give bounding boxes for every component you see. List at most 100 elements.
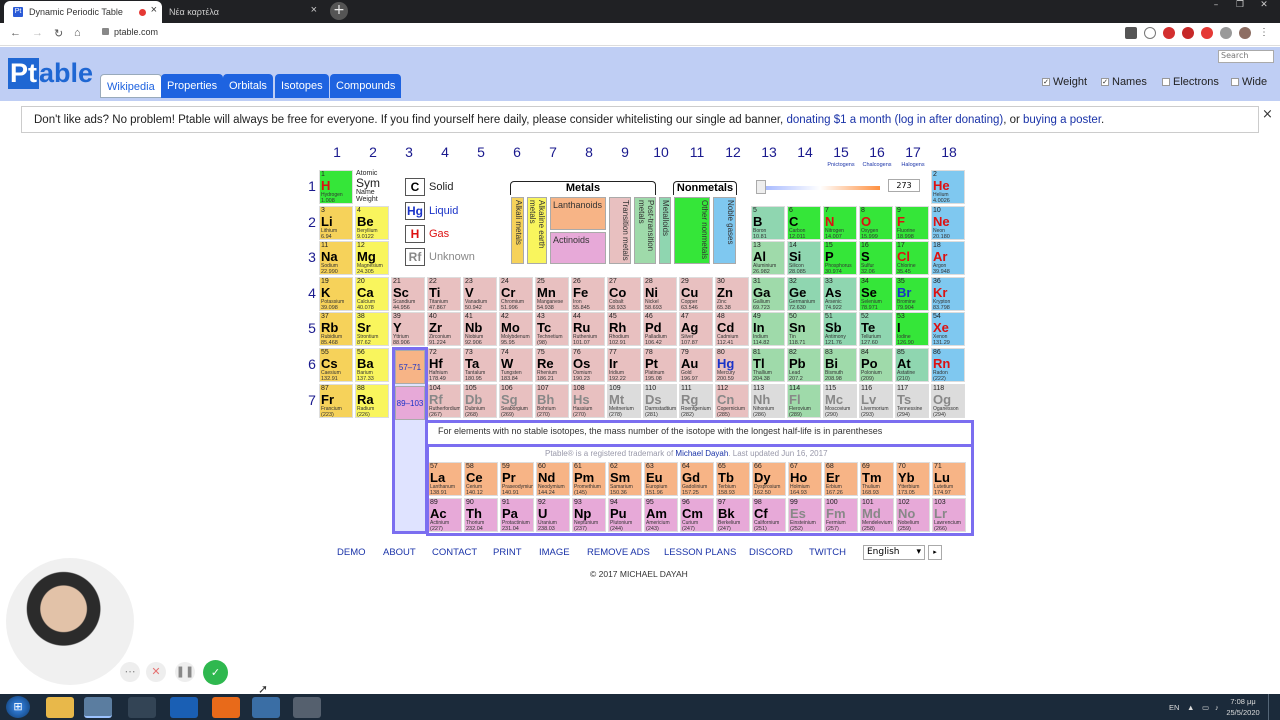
element-nh[interactable]: 113 Nh Nihonium (286): [751, 383, 785, 418]
group-header-10[interactable]: 10: [643, 144, 679, 160]
element-ds[interactable]: 110 Ds Darmstadtium (281): [643, 383, 677, 418]
file-explorer-icon[interactable]: [46, 697, 74, 718]
period-header-3[interactable]: 3: [305, 249, 319, 265]
element-c[interactable]: 6 C Carbon 12.011: [787, 205, 821, 240]
element-mo[interactable]: 42 Mo Molybdenum 95.95: [499, 312, 533, 347]
maximize-icon[interactable]: ❐: [1229, 0, 1251, 12]
url-field[interactable]: ptable.com: [102, 27, 158, 37]
option-names[interactable]: ✓ Names: [1101, 76, 1147, 88]
wide-checkbox[interactable]: [1231, 78, 1239, 87]
ptable-logo[interactable]: Ptable: [8, 58, 93, 92]
element-rh[interactable]: 45 Rh Rhodium 102.91: [607, 312, 641, 347]
period-header-7[interactable]: 7: [305, 392, 319, 408]
new-tab-button[interactable]: +: [330, 2, 348, 20]
period-header-4[interactable]: 4: [305, 285, 319, 301]
element-mg[interactable]: 12 Mg Magnesium 24.305: [355, 241, 389, 276]
home-icon[interactable]: ⌂: [74, 27, 81, 39]
element-sn[interactable]: 50 Sn Tin 118.71: [787, 312, 821, 347]
element-pt[interactable]: 78 Pt Platinum 195.08: [643, 348, 677, 382]
element-lv[interactable]: 116 Lv Livermorium (293): [859, 383, 893, 418]
element-se[interactable]: 34 Se Selenium 78.971: [859, 276, 893, 311]
element-al[interactable]: 13 Al Aluminium 26.982: [751, 241, 785, 276]
element-ca[interactable]: 20 Ca Calcium 40.078: [355, 276, 389, 311]
footer-link-lesson-plans[interactable]: LESSON PLANS: [664, 547, 736, 558]
element-ti[interactable]: 22 Ti Titanium 47.867: [427, 276, 461, 311]
group-header-11[interactable]: 11: [679, 144, 715, 160]
recorder-done-icon[interactable]: ✓: [203, 660, 228, 685]
element-in[interactable]: 49 In Indium 114.82: [751, 312, 785, 347]
lanthanides-placeholder[interactable]: 57–71: [395, 350, 425, 384]
legend-solid-box[interactable]: C: [405, 178, 425, 196]
cat-actinoids[interactable]: Actinoids: [550, 232, 606, 264]
element-ag[interactable]: 47 Ag Silver 107.87: [679, 312, 713, 347]
tab-orbitals[interactable]: Orbitals: [223, 74, 273, 98]
element-ar[interactable]: 18 Ar Argon 39.948: [931, 241, 965, 276]
option-electrons[interactable]: Electrons: [1162, 76, 1219, 88]
element-pb[interactable]: 82 Pb Lead 207.2: [787, 348, 821, 382]
minimize-icon[interactable]: –: [1205, 0, 1227, 12]
element-n[interactable]: 7 N Nitrogen 14.007: [823, 205, 857, 240]
element-xe[interactable]: 54 Xe Xenon 131.29: [931, 312, 965, 347]
element-w[interactable]: 74 W Tungsten 183.84: [499, 348, 533, 382]
element-bi[interactable]: 83 Bi Bismuth 208.98: [823, 348, 857, 382]
tab-wikipedia[interactable]: Wikipedia: [100, 74, 162, 98]
cat-transition[interactable]: Transition metals: [609, 197, 631, 264]
element-y[interactable]: 39 Y Yttrium 88.906: [391, 312, 425, 347]
element-si[interactable]: 14 Si Silicon 28.085: [787, 241, 821, 276]
clock-time[interactable]: 7:08 μμ: [1228, 697, 1258, 706]
window-close-icon[interactable]: ✕: [1253, 0, 1275, 12]
element-be[interactable]: 4 Be Beryllium 9.0122: [355, 205, 389, 240]
element-sc[interactable]: 21 Sc Scandium 44.956: [391, 276, 425, 311]
snipping-icon[interactable]: [293, 697, 321, 718]
legend-unknown-box[interactable]: Rf: [405, 248, 425, 266]
word-icon[interactable]: [252, 697, 280, 718]
element-h[interactable]: 1 H Hydrogen 1.008: [319, 170, 353, 204]
group-header-7[interactable]: 7: [535, 144, 571, 160]
element-fl[interactable]: 114 Fl Flerovium (289): [787, 383, 821, 418]
forward-icon[interactable]: →: [32, 27, 43, 39]
element-ta[interactable]: 73 Ta Tantalum 180.95: [463, 348, 497, 382]
element-sr[interactable]: 38 Sr Strontium 87.62: [355, 312, 389, 347]
nonmetals-header[interactable]: Nonmetals: [673, 181, 737, 195]
cat-post-transition[interactable]: Post-transition metals: [634, 197, 656, 264]
volume-icon[interactable]: ♪: [1215, 703, 1219, 712]
element-kr[interactable]: 36 Kr Krypton 83.798: [931, 276, 965, 311]
cast-icon[interactable]: [1125, 27, 1137, 39]
recorder-more-icon[interactable]: ⋯: [120, 662, 140, 682]
names-checkbox[interactable]: ✓: [1101, 78, 1109, 87]
period-header-1[interactable]: 1: [305, 178, 319, 194]
element-hg[interactable]: 80 Hg Mercury 200.59: [715, 348, 749, 382]
element-re[interactable]: 75 Re Rhenium 186.21: [535, 348, 569, 382]
tab-dynamic-periodic-table[interactable]: Pt Dynamic Periodic Table ×: [4, 1, 162, 23]
cat-noble-gases[interactable]: Noble gases: [713, 197, 736, 264]
element-og[interactable]: 118 Og Oganesson (294): [931, 383, 965, 418]
element-ga[interactable]: 31 Ga Gallium 69.723: [751, 276, 785, 311]
profile-avatar[interactable]: [1239, 27, 1251, 39]
element-sg[interactable]: 106 Sg Seaborgium (269): [499, 383, 533, 418]
cat-alkali[interactable]: Alkali metals: [511, 197, 524, 264]
show-desktop-button[interactable]: [1268, 694, 1280, 720]
element-s[interactable]: 16 S Sulfur 32.06: [859, 241, 893, 276]
footer-link-contact[interactable]: CONTACT: [432, 547, 477, 558]
element-rn[interactable]: 86 Rn Radon (222): [931, 348, 965, 382]
footer-link-discord[interactable]: DISCORD: [749, 547, 793, 558]
cat-lanthanoids[interactable]: Lanthanoids: [550, 197, 606, 230]
temperature-input[interactable]: 273: [888, 179, 920, 192]
group-header-14[interactable]: 14: [787, 144, 823, 160]
group-header-3[interactable]: 3: [391, 144, 427, 160]
reload-icon[interactable]: ↻: [54, 27, 63, 40]
option-wide[interactable]: Wide: [1231, 76, 1267, 88]
extension-4-icon[interactable]: [1220, 27, 1232, 39]
group-header-17[interactable]: 17: [895, 144, 931, 160]
extension-1-icon[interactable]: [1163, 27, 1175, 39]
group-header-15[interactable]: 15: [823, 144, 859, 160]
poster-link[interactable]: buying a poster: [1023, 114, 1101, 126]
element-tl[interactable]: 81 Tl Thallium 204.38: [751, 348, 785, 382]
element-ne[interactable]: 10 Ne Neon 20.180: [931, 205, 965, 240]
group-header-2[interactable]: 2: [355, 144, 391, 160]
element-ts[interactable]: 117 Ts Tennessine (294): [895, 383, 929, 418]
network-icon[interactable]: ▭: [1202, 703, 1209, 712]
donate-link[interactable]: donating $1 a month: [786, 114, 891, 126]
ad-close-icon[interactable]: ×: [1262, 107, 1273, 122]
element-mn[interactable]: 25 Mn Manganese 54.938: [535, 276, 569, 311]
